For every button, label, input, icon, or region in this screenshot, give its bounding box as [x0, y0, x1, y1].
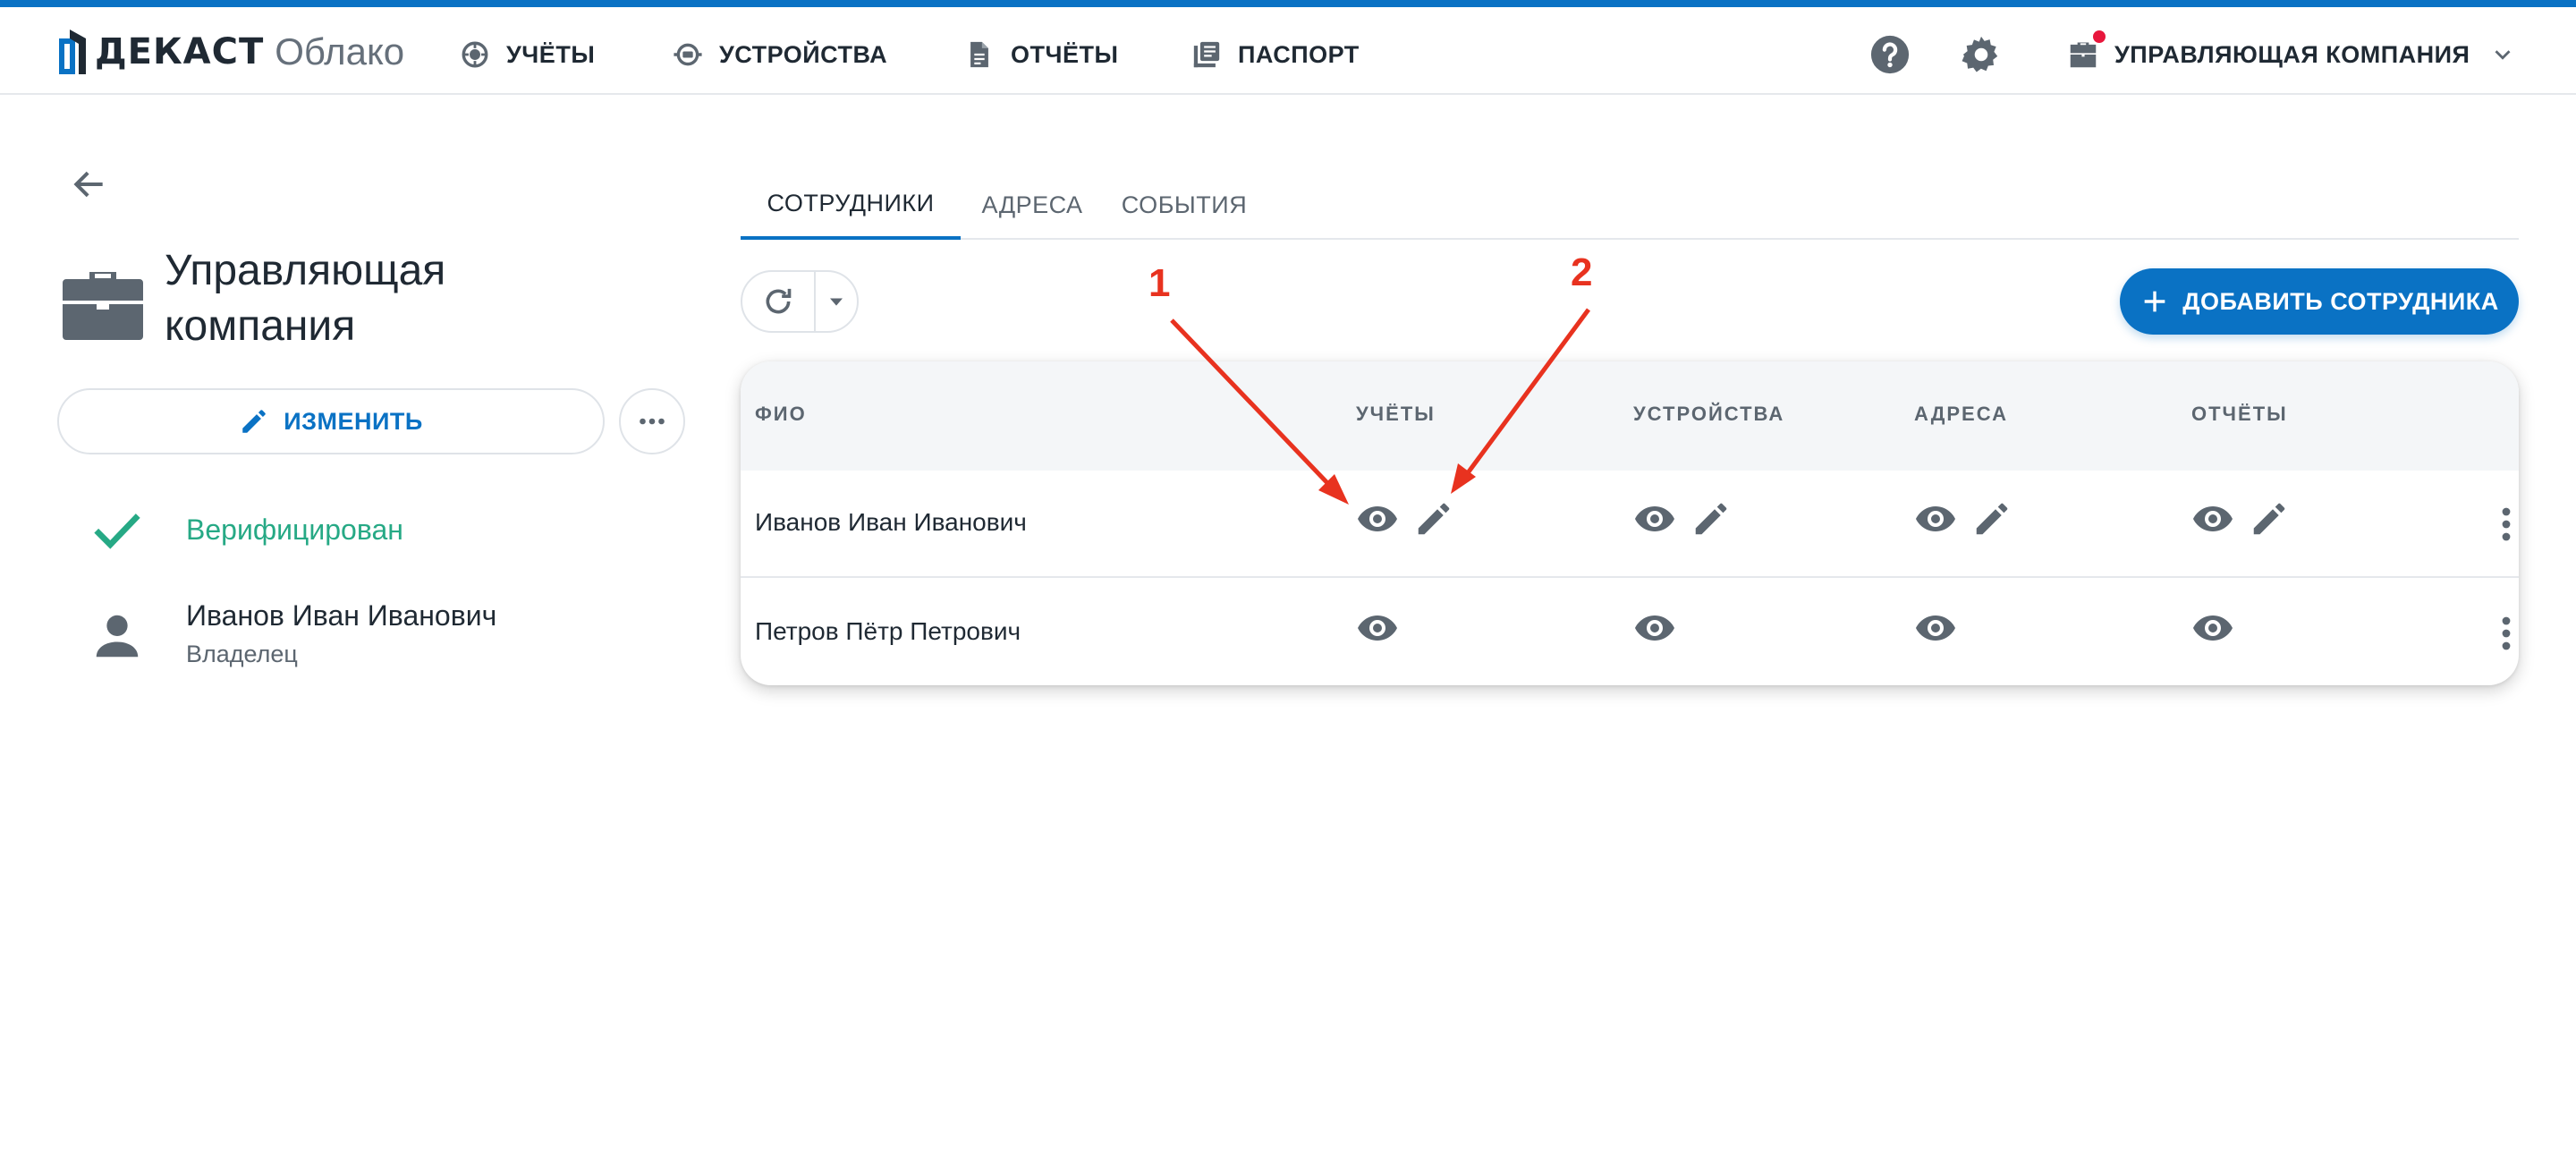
help-icon[interactable]	[1869, 34, 1911, 75]
organization-name: УПРАВЛЯЮЩАЯ КОМПАНИЯ	[2114, 40, 2470, 68]
edit-button-label: ИЗМЕНИТЬ	[284, 407, 423, 435]
device-icon	[674, 43, 702, 66]
meters-permissions	[1356, 607, 1399, 649]
nav-item-passport[interactable]: ПАСПОРТ	[1191, 34, 1360, 75]
meter-icon	[462, 41, 488, 68]
pencil-icon[interactable]	[1413, 498, 1454, 539]
company-title: Управляющая компания	[165, 243, 665, 354]
nav-item-label: ОТЧЁТЫ	[1011, 40, 1119, 68]
company-title-line: компания	[165, 302, 356, 350]
employee-name: Петров Пётр Петрович	[755, 617, 1021, 645]
tab-employees[interactable]: СОТРУДНИКИ	[741, 170, 961, 240]
tab-addresses[interactable]: АДРЕСА	[961, 170, 1104, 240]
employee-name: Иванов Иван Иванович	[755, 508, 1027, 536]
top-navigation-bar: ДЕКАСТ Облако УЧЁТЫ УСТРОЙСТВА ОТЧЁТЫ ПА…	[0, 7, 2576, 95]
employees-table: ФИО УЧЁТЫ УСТРОЙСТВА АДРЕСА ОТЧЁТЫ Ивано…	[741, 361, 2519, 685]
nav-item-label: УСТРОЙСТВА	[719, 40, 888, 68]
reports-permissions	[2191, 607, 2234, 649]
eye-icon[interactable]	[1356, 607, 1399, 649]
eye-icon[interactable]	[1356, 497, 1399, 540]
owner-role: Владелец	[186, 641, 298, 667]
eye-icon[interactable]	[1633, 497, 1676, 540]
report-icon	[970, 41, 988, 68]
owner-name: Иванов Иван Иванович	[186, 599, 497, 632]
chevron-down-icon	[2495, 50, 2511, 60]
refresh-icon	[766, 288, 792, 314]
column-header-reports[interactable]: ОТЧЁТЫ	[2191, 403, 2288, 426]
person-icon	[96, 615, 139, 658]
top-accent-stripe	[0, 0, 2576, 7]
nav-item-label: ПАСПОРТ	[1238, 40, 1360, 68]
briefcase-icon	[2070, 42, 2097, 68]
row-menu-icon[interactable]	[2485, 503, 2519, 546]
table-row[interactable]: Петров Пётр Петрович	[741, 580, 2519, 685]
more-horizontal-icon	[640, 418, 665, 425]
verification-status: Верифицирован	[89, 503, 403, 556]
column-header-devices[interactable]: УСТРОЙСТВА	[1633, 403, 1784, 426]
nav-item-meters[interactable]: УЧЁТЫ	[460, 34, 595, 75]
table-header: ФИО УЧЁТЫ УСТРОЙСТВА АДРЕСА ОТЧЁТЫ	[741, 361, 2519, 471]
verification-status-text: Верифицирован	[186, 513, 403, 546]
caret-down-icon	[830, 298, 843, 306]
notification-dot	[2093, 30, 2106, 43]
annotation-label-1: 1	[1148, 261, 1171, 305]
pencil-icon[interactable]	[1690, 498, 1732, 539]
refresh-button[interactable]	[742, 272, 816, 331]
addresses-permissions	[1914, 497, 2012, 540]
pencil-icon[interactable]	[1971, 498, 2012, 539]
add-employee-label: ДОБАВИТЬ СОТРУДНИКА	[2182, 287, 2499, 315]
reports-permissions	[2191, 497, 2290, 540]
pencil-icon[interactable]	[2249, 498, 2290, 539]
table-row[interactable]: Иванов Иван Иванович	[741, 471, 2519, 578]
app-logo[interactable]: ДЕКАСТ Облако	[59, 27, 404, 77]
edit-company-button[interactable]: ИЗМЕНИТЬ	[57, 388, 605, 454]
tab-label: АДРЕСА	[981, 191, 1083, 218]
annotation-label-2: 2	[1571, 250, 1593, 294]
tab-events[interactable]: СОБЫТИЯ	[1104, 170, 1265, 240]
eye-icon[interactable]	[2191, 607, 2234, 649]
refresh-split-button	[741, 270, 859, 333]
briefcase-icon	[63, 272, 143, 340]
more-actions-button[interactable]	[619, 388, 685, 454]
tab-label: СОТРУДНИКИ	[767, 189, 935, 216]
logo-product-text: Облако	[275, 30, 405, 72]
company-title-line: Управляющая	[165, 247, 446, 294]
meters-permissions	[1356, 497, 1454, 540]
checkmark-icon	[94, 514, 140, 549]
column-header-name[interactable]: ФИО	[755, 403, 807, 426]
back-arrow-icon[interactable]	[70, 165, 109, 204]
eye-icon[interactable]	[2191, 497, 2234, 540]
logo-brand-text: ДЕКАСТ	[95, 31, 265, 72]
devices-permissions	[1633, 497, 1732, 540]
nav-item-label: УЧЁТЫ	[506, 40, 596, 68]
passport-icon	[1193, 41, 1220, 68]
tab-bar: СОТРУДНИКИ АДРЕСА СОБЫТИЯ	[741, 170, 2519, 240]
devices-permissions	[1633, 607, 1676, 649]
nav-item-devices[interactable]: УСТРОЙСТВА	[673, 34, 887, 75]
nav-item-reports[interactable]: ОТЧЁТЫ	[964, 34, 1118, 75]
organization-badge	[2066, 30, 2106, 72]
addresses-permissions	[1914, 607, 1957, 649]
column-header-meters[interactable]: УЧЁТЫ	[1356, 403, 1436, 426]
eye-icon[interactable]	[1914, 607, 1957, 649]
add-employee-button[interactable]: ДОБАВИТЬ СОТРУДНИКА	[2120, 268, 2519, 335]
plus-icon	[2144, 291, 2165, 312]
refresh-options-button[interactable]	[816, 272, 857, 331]
row-menu-icon[interactable]	[2485, 612, 2519, 655]
gear-icon[interactable]	[1961, 34, 2002, 75]
column-header-addresses[interactable]: АДРЕСА	[1914, 403, 2008, 426]
pencil-icon	[242, 410, 266, 433]
tab-label: СОБЫТИЯ	[1121, 191, 1248, 218]
organization-selector[interactable]: УПРАВЛЯЮЩАЯ КОМПАНИЯ	[2066, 30, 2516, 77]
logo-mark-icon	[59, 30, 86, 74]
eye-icon[interactable]	[1914, 497, 1957, 540]
eye-icon[interactable]	[1633, 607, 1676, 649]
